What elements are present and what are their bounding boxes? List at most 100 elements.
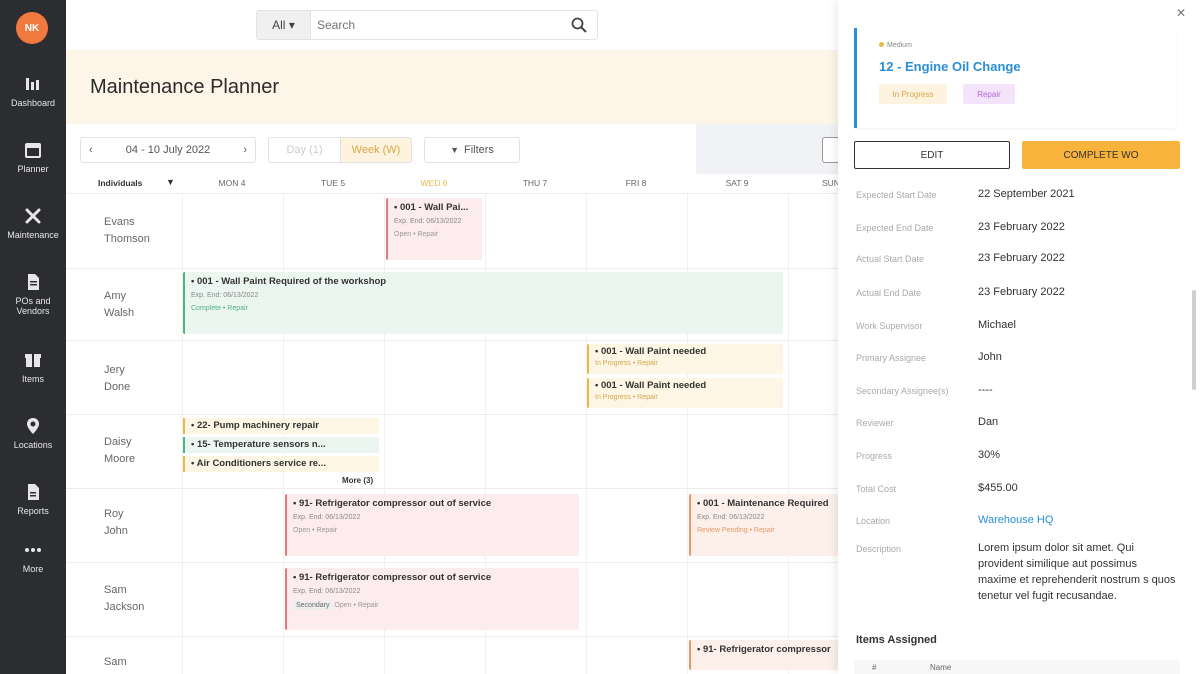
field-value: 23 February 2022 [978,221,1065,233]
date-navigator: ‹ 04 - 10 July 2022 › [80,137,256,163]
person-amy-walsh: Amy Walsh [104,290,135,319]
sidebar-item-label: Planner [17,164,49,174]
day-header-fri: FRI 8 [625,178,647,188]
panel-scrollbar[interactable] [1192,290,1196,390]
grid-column-line [182,194,183,674]
event-card[interactable]: • 001 - Wall Paint needed In Progress • … [587,344,783,374]
event-item[interactable]: • 22- Pump machinery repair [183,418,379,434]
work-order-panel: ✕ Medium 12 - Engine Oil Change In Progr… [838,0,1200,674]
toolbar-button[interactable] [822,137,838,163]
complete-wo-button[interactable]: COMPLETE WO [1022,141,1180,169]
date-range[interactable]: 04 - 10 July 2022 [126,144,210,156]
field-value: Michael [978,319,1016,331]
grid-row-line [66,562,838,563]
sidebar-item-pos-and-vendors[interactable]: POs and Vendors [0,272,66,316]
view-week-button[interactable]: Week (W) [340,137,412,163]
chevron-left-icon[interactable]: ‹ [89,144,93,156]
field-label: Total Cost [856,484,897,494]
page-title: Maintenance Planner [90,76,280,98]
field-value: $455.00 [978,482,1018,494]
person-daisy-moore: Daisy Moore [104,436,136,465]
event-card[interactable]: • 001 - Maintenance Required Exp. End: 0… [689,494,838,556]
sidebar-item-label: Locations [13,440,53,450]
event-item[interactable]: • 15- Temperature sensors n... [183,437,379,453]
sidebar-item-locations[interactable]: Locations [0,416,66,450]
sidebar-item-label: POs and Vendors [15,296,51,316]
chevron-right-icon[interactable]: › [243,144,247,156]
filters-button[interactable]: ▼ Filters [424,137,520,163]
field-label: Secondary Assignee(s) [856,386,949,396]
filter-icon: ▼ [450,145,459,155]
toolbar-spacer [696,124,838,174]
event-card[interactable]: • 001 - Wall Paint Required of the works… [183,272,783,334]
grid-column-line [283,194,284,674]
sidebar: NK Dashboard Planner Maintenance POs and… [0,0,66,674]
sidebar-item-label: Dashboard [10,98,56,108]
search-input[interactable] [317,15,557,35]
view-day-button[interactable]: Day (1) [268,137,340,163]
field-label: Progress [856,451,893,461]
top-bar: All ▾ [66,0,838,50]
work-order-card: Medium 12 - Engine Oil Change In Progres… [854,28,1176,128]
items-assigned-title: Items Assigned [856,634,937,646]
sidebar-item-items[interactable]: Items [0,350,66,384]
person-sam: Sam [104,656,127,668]
sidebar-item-more[interactable]: More [0,540,66,574]
field-value: 23 February 2022 [978,286,1065,298]
title-band: Maintenance Planner [66,50,838,124]
event-card[interactable]: • 91- Refrigerator compressor out of ser… [285,568,579,630]
field-label: Actual End Date [856,288,922,298]
day-header-sun: SUN 10 [822,178,838,188]
day-header-tue: TUE 5 [320,178,346,188]
sidebar-item-reports[interactable]: Reports [0,482,66,516]
priority-dot-icon [879,42,884,47]
sidebar-item-label: Maintenance [7,230,59,240]
field-value: 22 September 2021 [978,188,1075,200]
field-label: Description [856,544,902,554]
edit-button[interactable]: EDIT [854,141,1010,169]
event-item[interactable]: • Air Conditioners service re... [183,456,379,472]
event-card[interactable]: • 91- Refrigerator compressor out of ser… [285,494,579,556]
field-label: Expected End Date [856,223,934,233]
close-icon[interactable]: ✕ [1176,6,1186,20]
person-roy-john: Roy John [104,508,128,537]
day-header-thu: THU 7 [522,178,548,188]
event-card[interactable]: • 91- Refrigerator compressor out of ser… [689,640,838,670]
event-card[interactable]: • 001 - Wall Pai... Exp. End: 06/13/2022… [386,198,482,260]
sidebar-item-label: More [22,564,44,574]
planner-grid: Individuals ▼ MON 4 TUE 5 WED 6 THU 7 FR… [66,174,838,674]
field-label: Location [856,516,891,526]
search-bar: All ▾ [256,10,598,40]
filter-icon[interactable]: ▼ [166,177,175,187]
more-events-link[interactable]: More (3) [342,476,373,485]
sidebar-item-label: Reports [17,506,49,516]
search-icon[interactable] [571,17,587,33]
sidebar-item-dashboard[interactable]: Dashboard [0,74,66,108]
field-label: Actual Start Date [856,254,925,264]
grid-row-line [66,636,838,637]
field-value: 30% [978,449,1001,461]
items-table-header: # Name [854,660,1180,674]
grid-column-line [586,194,587,674]
sidebar-item-maintenance[interactable]: Maintenance [0,206,66,240]
field-value: John [978,351,1002,363]
field-label: Expected Start Date [856,190,937,200]
avatar[interactable]: NK [16,12,48,44]
day-header-sat: SAT 9 [725,178,749,188]
sidebar-item-planner[interactable]: Planner [0,140,66,174]
grid-header: Individuals ▼ MON 4 TUE 5 WED 6 THU 7 FR… [66,174,838,194]
field-value: 23 February 2022 [978,252,1065,264]
secondary-tag: Secondary [293,601,333,610]
wrench-icon [23,206,43,226]
work-order-title: 12 - Engine Oil Change [879,59,1021,74]
field-label: Work Supervisor [856,321,923,331]
report-icon [23,482,43,502]
grid-row-line [66,414,838,415]
status-badge: In Progress [879,84,947,104]
search-scope-select[interactable]: All ▾ [257,11,311,39]
event-card[interactable]: • 001 - Wall Paint needed In Progress • … [587,378,783,408]
planner-icon [23,140,43,160]
day-header-wed: WED 6 [420,178,448,188]
location-link[interactable]: Warehouse HQ [978,514,1178,526]
dashboard-icon [23,74,43,94]
